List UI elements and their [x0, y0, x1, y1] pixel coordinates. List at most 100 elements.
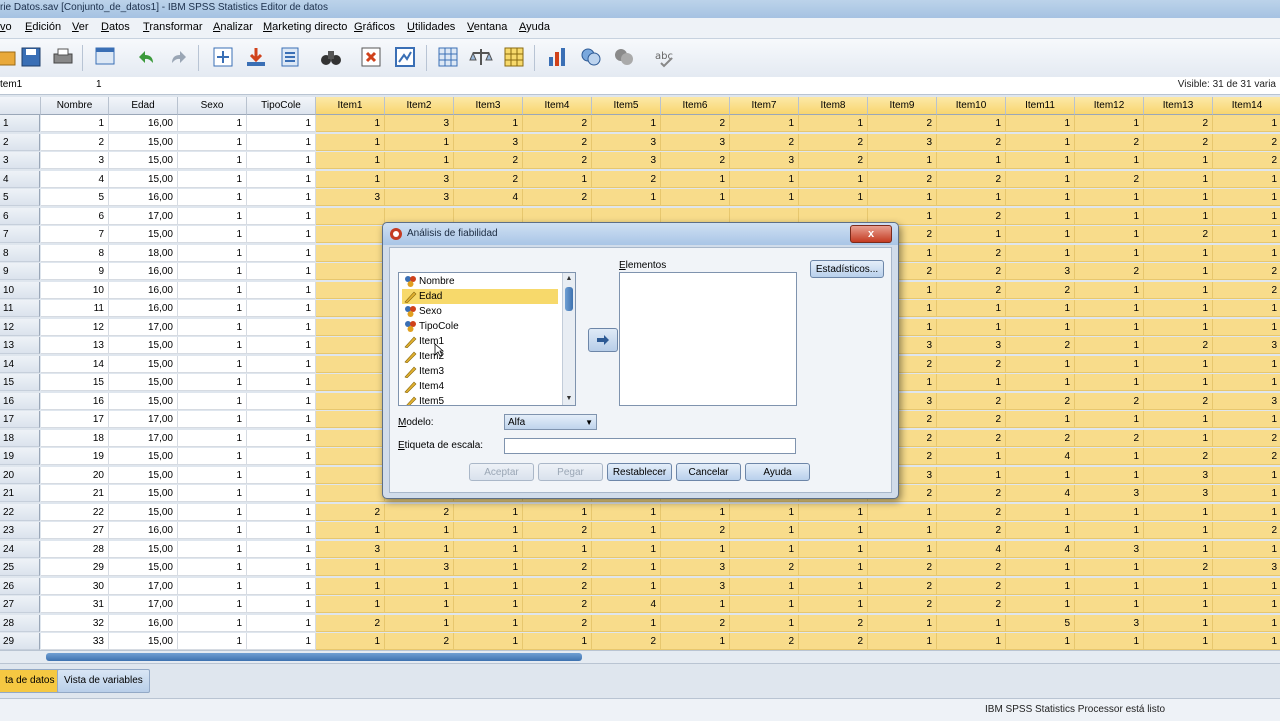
row-number[interactable]: 1: [0, 115, 40, 132]
scroll-up-icon[interactable]: ▲: [563, 273, 575, 285]
insert-variable-icon[interactable]: [392, 44, 418, 70]
table-cell[interactable]: 1: [178, 485, 247, 502]
table-cell[interactable]: 2: [868, 559, 937, 576]
variable-list-item[interactable]: Item3: [402, 364, 558, 379]
table-cell[interactable]: 11: [41, 300, 109, 317]
table-cell[interactable]: 1: [1144, 411, 1213, 428]
table-cell[interactable]: 2: [454, 170, 523, 188]
table-cell[interactable]: 1: [454, 503, 523, 521]
table-cell[interactable]: 17: [41, 411, 109, 428]
column-header[interactable]: Edad: [109, 97, 178, 115]
table-cell[interactable]: 2: [868, 577, 937, 595]
table-cell[interactable]: 1: [1213, 485, 1280, 502]
table-cell[interactable]: [316, 337, 385, 354]
row-number[interactable]: 16: [0, 392, 40, 410]
table-cell[interactable]: 2: [385, 503, 454, 521]
table-cell[interactable]: 18: [41, 429, 109, 447]
table-cell[interactable]: 1: [316, 596, 385, 613]
spell-check-icon[interactable]: abc: [652, 44, 678, 70]
table-cell[interactable]: 2: [937, 392, 1006, 410]
table-cell[interactable]: 1: [1213, 189, 1280, 206]
table-cell[interactable]: 1: [454, 633, 523, 650]
table-cell[interactable]: 13: [41, 337, 109, 354]
column-header[interactable]: Nombre: [41, 97, 109, 115]
table-cell[interactable]: 1: [1075, 522, 1144, 539]
table-cell[interactable]: 1: [1006, 207, 1075, 225]
table-cell[interactable]: 1: [316, 577, 385, 595]
goto-variable-icon[interactable]: [243, 44, 269, 70]
row-number[interactable]: 3: [0, 152, 40, 169]
table-cell[interactable]: 1: [868, 522, 937, 539]
table-cell[interactable]: 22: [41, 503, 109, 521]
column-header[interactable]: Item1: [316, 97, 385, 115]
column-header[interactable]: Item2: [385, 97, 454, 115]
table-cell[interactable]: 1: [1006, 522, 1075, 539]
table-cell[interactable]: 1: [178, 318, 247, 336]
row-number[interactable]: 24: [0, 540, 40, 558]
table-cell[interactable]: 3: [1075, 485, 1144, 502]
table-cell[interactable]: 16: [41, 392, 109, 410]
table-cell[interactable]: 15,00: [109, 152, 178, 169]
table-cell[interactable]: 2: [937, 355, 1006, 373]
table-cell[interactable]: 1: [1213, 207, 1280, 225]
variable-list-item[interactable]: Item4: [402, 379, 558, 394]
table-cell[interactable]: 1: [1213, 300, 1280, 317]
table-cell[interactable]: 1: [799, 577, 868, 595]
table-cell[interactable]: 1: [730, 522, 799, 539]
table-cell[interactable]: 1: [454, 522, 523, 539]
print-icon[interactable]: [50, 44, 76, 70]
table-cell[interactable]: 16,00: [109, 189, 178, 206]
table-cell[interactable]: 2: [868, 115, 937, 132]
table-cell[interactable]: 1: [1144, 614, 1213, 632]
table-cell[interactable]: 1: [1006, 170, 1075, 188]
table-cell[interactable]: 1: [592, 577, 661, 595]
table-cell[interactable]: 1: [1075, 281, 1144, 299]
menu-marketing-directo[interactable]: Marketing directo: [263, 21, 347, 33]
table-cell[interactable]: 1: [1075, 207, 1144, 225]
table-cell[interactable]: 1: [730, 596, 799, 613]
table-cell[interactable]: [316, 300, 385, 317]
table-cell[interactable]: 1: [247, 263, 316, 280]
table-cell[interactable]: 1: [178, 411, 247, 428]
table-cell[interactable]: 1: [523, 633, 592, 650]
table-cell[interactable]: 1: [937, 189, 1006, 206]
row-number[interactable]: 20: [0, 466, 40, 484]
table-cell[interactable]: 15,00: [109, 133, 178, 151]
variable-list-item[interactable]: Item1: [402, 334, 558, 349]
table-cell[interactable]: 3: [730, 152, 799, 169]
table-cell[interactable]: 15,00: [109, 485, 178, 502]
use-sets-icon[interactable]: [578, 44, 604, 70]
table-cell[interactable]: 4: [592, 596, 661, 613]
table-cell[interactable]: 1: [592, 614, 661, 632]
table-cell[interactable]: 15,00: [109, 633, 178, 650]
table-cell[interactable]: 1: [661, 540, 730, 558]
table-cell[interactable]: 1: [868, 152, 937, 169]
table-cell[interactable]: 4: [454, 189, 523, 206]
table-cell[interactable]: 1: [799, 540, 868, 558]
table-cell[interactable]: 2: [523, 614, 592, 632]
table-cell[interactable]: 4: [1006, 540, 1075, 558]
table-cell[interactable]: 1: [592, 559, 661, 576]
table-cell[interactable]: 1: [178, 374, 247, 391]
column-header[interactable]: Item8: [799, 97, 868, 115]
table-cell[interactable]: 1: [730, 115, 799, 132]
variable-list-item[interactable]: Item5: [402, 394, 558, 405]
table-cell[interactable]: 1: [1144, 189, 1213, 206]
table-cell[interactable]: 3: [661, 133, 730, 151]
table-cell[interactable]: 1: [1006, 355, 1075, 373]
elements-list[interactable]: [619, 272, 797, 406]
table-cell[interactable]: 2: [523, 115, 592, 132]
weight-cases-icon[interactable]: [468, 44, 494, 70]
insert-cases-icon[interactable]: [358, 44, 384, 70]
table-cell[interactable]: 1: [1213, 540, 1280, 558]
table-cell[interactable]: 1: [1213, 170, 1280, 188]
table-cell[interactable]: 1: [385, 614, 454, 632]
table-cell[interactable]: 4: [41, 170, 109, 188]
table-cell[interactable]: 2: [1213, 522, 1280, 539]
table-cell[interactable]: 1: [1006, 466, 1075, 484]
table-cell[interactable]: 33: [41, 633, 109, 650]
table-cell[interactable]: 2: [1075, 263, 1144, 280]
table-cell[interactable]: 1: [454, 540, 523, 558]
show-all-variables-icon[interactable]: [611, 44, 637, 70]
table-cell[interactable]: 2: [937, 429, 1006, 447]
